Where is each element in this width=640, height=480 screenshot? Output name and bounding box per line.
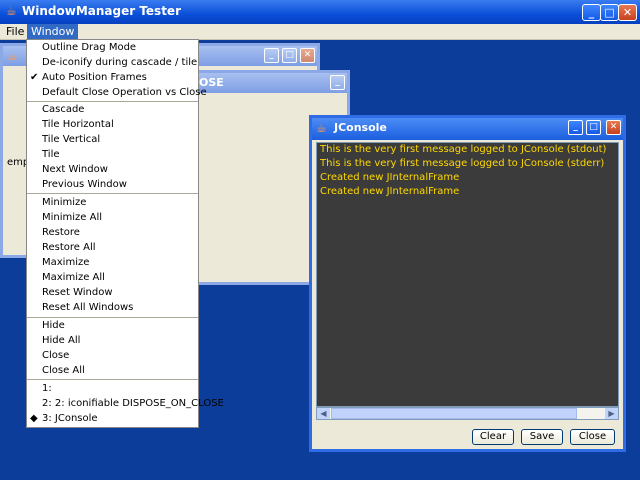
menu-item-label: Auto Position Frames [42,72,147,83]
jconsole-title: JConsole [334,121,387,134]
jconsole-close-button[interactable]: ✕ [606,120,621,135]
app-title: WindowManager Tester [22,4,181,18]
window-menu: Outline Drag Mode De-iconify during casc… [26,39,224,428]
menu-item-tile[interactable]: Tile [27,147,198,162]
internal-frame-2-title-bar[interactable]: OSE _ [193,73,347,93]
menu-item-outline-drag-mode[interactable]: Outline Drag Mode [27,40,198,55]
menu-item-tile-horizontal[interactable]: Tile Horizontal [27,117,198,132]
minimize-button[interactable]: _ [582,4,601,21]
java-cup-icon: ☕ [7,49,18,63]
menu-window[interactable]: Window [27,24,79,39]
menubar: File Window [0,24,640,40]
menu-item-tile-vertical[interactable]: Tile Vertical [27,132,198,147]
menu-item-previous-window[interactable]: Previous Window [27,177,198,192]
menu-separator [27,193,198,194]
menu-item-minimize[interactable]: Minimize [27,195,198,210]
menu-item-cascade[interactable]: Cascade [27,102,198,117]
frame1-minimize-button[interactable]: _ [264,48,279,63]
scroll-thumb[interactable] [331,408,577,419]
checkmark-icon: ✔ [30,72,39,83]
close-button[interactable]: ✕ [618,4,637,21]
clear-button[interactable]: Clear [472,429,514,445]
scroll-left-icon[interactable]: ◀ [317,408,330,419]
menu-item-deiconify-cascade[interactable]: De-iconify during cascade / tile [27,55,198,70]
menu-file[interactable]: File [2,24,28,39]
menu-item-minimize-all[interactable]: Minimize All [27,210,198,225]
frame1-maximize-button[interactable]: □ [282,48,297,63]
jconsole-frame[interactable]: ☕ JConsole _ □ ✕ This is the very first … [309,115,626,452]
jconsole-maximize-button[interactable]: □ [586,120,601,135]
java-cup-icon: ☕ [6,4,17,18]
console-line: This is the very first message logged to… [320,144,607,155]
jconsole-title-bar[interactable]: ☕ JConsole _ □ ✕ [312,118,623,140]
console-output[interactable]: This is the very first message logged to… [316,142,619,407]
app-title-bar[interactable]: ☕ WindowManager Tester _ □ ✕ [0,0,640,24]
menu-item-auto-position[interactable]: ✔ Auto Position Frames [27,70,198,85]
menu-item-close[interactable]: Close [27,348,198,363]
close-console-button[interactable]: Close [570,429,615,445]
console-line: This is the very first message logged to… [320,158,605,169]
minimize-icon: _ [588,6,595,19]
menu-item-maximize[interactable]: Maximize [27,255,198,270]
menu-item-next-window[interactable]: Next Window [27,162,198,177]
menu-item-close-all[interactable]: Close All [27,363,198,378]
java-cup-icon: ☕ [316,121,327,135]
menu-item-window-1[interactable]: 1: [27,381,198,396]
menu-item-window-3[interactable]: ◆ 3: JConsole [27,411,198,426]
scroll-right-icon[interactable]: ▶ [605,408,618,419]
menu-item-restore[interactable]: Restore [27,225,198,240]
menu-item-maximize-all[interactable]: Maximize All [27,270,198,285]
menu-item-hide[interactable]: Hide [27,318,198,333]
menu-item-window-2[interactable]: 2: 2: iconifiable DISPOSE_ON_CLOSE [27,396,224,411]
selected-radio-icon: ◆ [30,413,38,424]
frame1-close-button[interactable]: ✕ [300,48,315,63]
menu-item-reset-all-windows[interactable]: Reset All Windows [27,300,198,315]
horizontal-scrollbar[interactable]: ◀ ▶ [316,407,619,420]
close-icon: ✕ [622,6,633,19]
maximize-button[interactable]: □ [600,4,619,21]
console-line: Created new JInternalFrame [320,172,460,183]
maximize-icon: □ [604,6,615,19]
menu-item-label: 3: JConsole [42,413,98,424]
jconsole-minimize-button[interactable]: _ [568,120,583,135]
menu-item-reset-window[interactable]: Reset Window [27,285,198,300]
save-button[interactable]: Save [521,429,563,445]
menu-item-hide-all[interactable]: Hide All [27,333,198,348]
frame2-minimize-button[interactable]: _ [330,75,345,90]
menu-item-restore-all[interactable]: Restore All [27,240,198,255]
menu-item-default-close-op[interactable]: Default Close Operation vs Close [27,85,207,100]
menu-separator [27,379,198,380]
console-line: Created new JInternalFrame [320,186,460,197]
